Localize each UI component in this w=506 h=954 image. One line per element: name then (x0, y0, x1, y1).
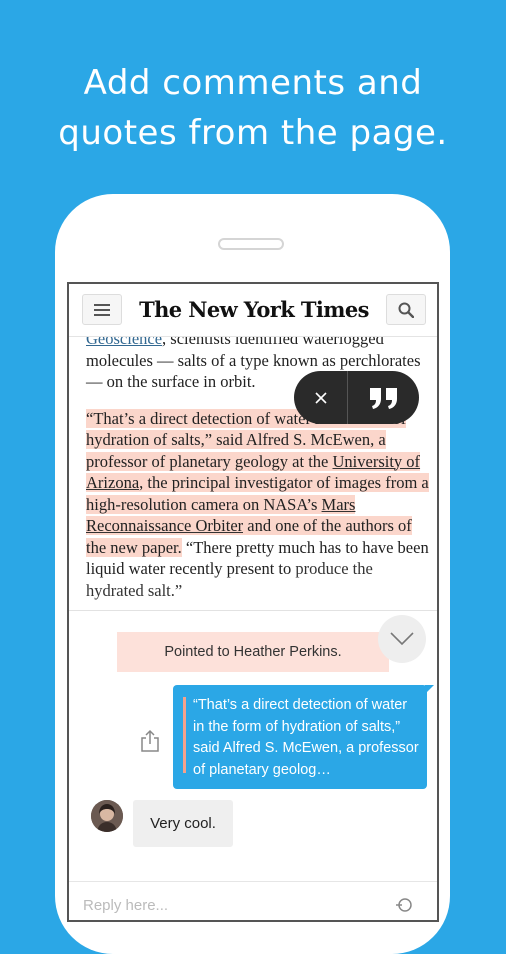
share-button[interactable] (139, 729, 161, 753)
chat-panel: Pointed to Heather Perkins. “That’s a di… (69, 610, 437, 920)
bubble-tail (425, 685, 434, 694)
search-button[interactable] (386, 294, 426, 325)
pointed-notice: Pointed to Heather Perkins. (117, 632, 389, 672)
quote-icon (369, 387, 397, 409)
collapse-button[interactable] (378, 615, 426, 663)
message-composer (69, 881, 437, 920)
headline-line-2: quotes from the page. (58, 113, 448, 153)
promo-headline: Add comments and quotes from the page. (0, 58, 506, 158)
avatar-photo (91, 800, 123, 832)
reply-message-bubble[interactable]: Very cool. (133, 800, 233, 847)
quote-message-bubble[interactable]: “That’s a direct detection of water in t… (173, 685, 434, 789)
chevron-down-icon (390, 632, 414, 646)
phone-screen: Geoscience, scientists identified waterl… (67, 282, 439, 922)
reply-input[interactable] (81, 890, 385, 920)
nyt-masthead: The New York Times (139, 297, 369, 322)
send-icon[interactable] (394, 896, 414, 916)
search-icon (398, 302, 414, 318)
avatar (91, 800, 123, 832)
close-selection-button[interactable] (294, 371, 348, 424)
nyt-header: The New York Times (69, 284, 437, 337)
phone-speaker (218, 238, 284, 250)
quote-message-text: “That’s a direct detection of water in t… (193, 697, 419, 778)
share-icon (141, 729, 159, 752)
article-paragraph-highlighted[interactable]: “That’s a direct detection of water in t… (86, 408, 431, 602)
close-icon (314, 391, 327, 404)
quote-bar (183, 697, 186, 773)
quote-button[interactable] (348, 371, 419, 424)
menu-button[interactable] (82, 294, 122, 325)
hamburger-menu-icon (94, 303, 110, 316)
selection-toolbar (294, 371, 419, 424)
headline-line-1: Add comments and (83, 63, 423, 103)
